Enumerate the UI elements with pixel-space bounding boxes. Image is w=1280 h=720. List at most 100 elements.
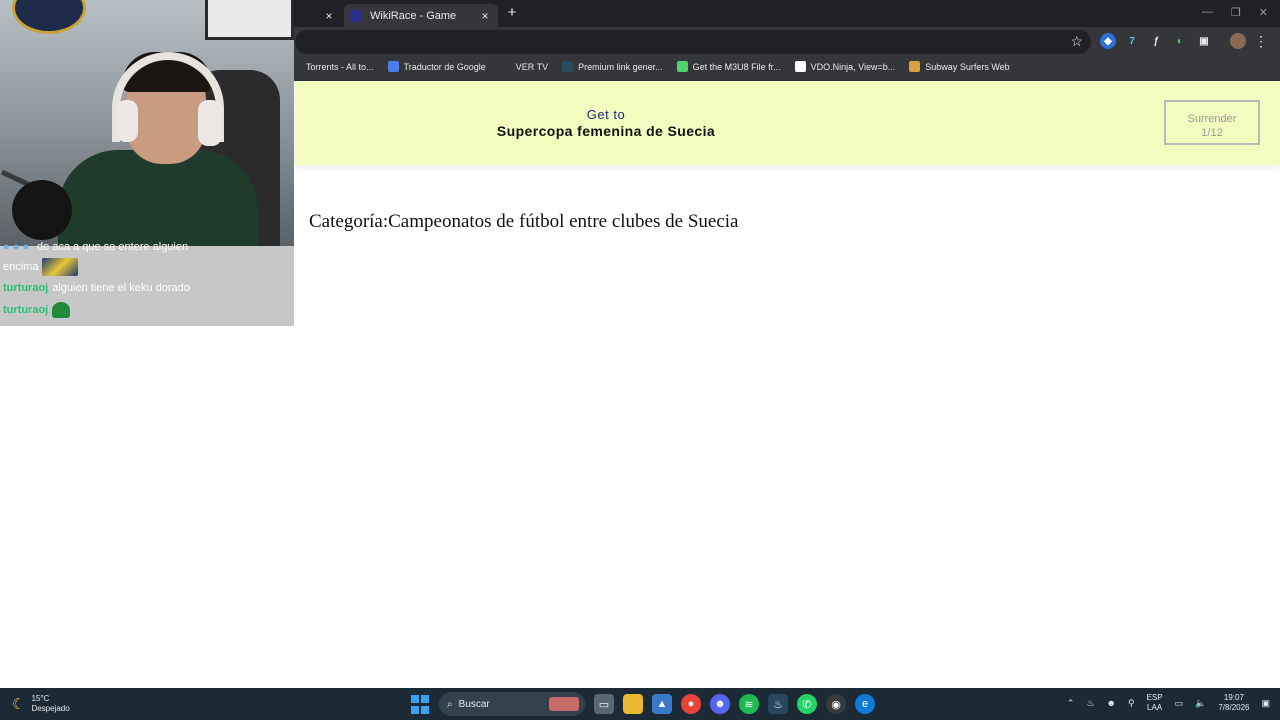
close-icon[interactable]: × [322,9,336,23]
spotify-icon[interactable]: ≋ [739,694,759,714]
clock[interactable]: 19:07 7/8/2026 [1218,693,1249,713]
ninja-icon [794,61,806,72]
clock-time: 19:07 [1223,693,1244,702]
surrender-button[interactable]: Surrender 1/12 [1164,100,1260,145]
chrome-icon[interactable]: ● [681,694,701,714]
subway-surfers-icon [909,61,921,72]
bookmark-label: Traductor de Google [403,61,486,72]
bookmark-item[interactable]: VDO.Ninja, View=b... [794,61,896,72]
minimize-button[interactable]: — [1202,6,1213,19]
stream-chat-overlay: ● ● ● de aca a que se entere alguien enc… [0,241,294,326]
language-indicator[interactable]: ESP LAA [1147,693,1163,713]
bookmark-label: VER TV [515,61,549,72]
bookmark-item[interactable]: Premium link gener... [562,61,663,72]
extension-ft-icon[interactable]: ƒ [1148,33,1164,49]
bookmark-item[interactable]: Traductor de Google [387,61,486,72]
close-icon[interactable]: × [478,9,492,23]
new-tab-button[interactable]: + [504,5,520,21]
google-translate-icon [387,61,399,72]
profile-avatar-icon[interactable] [1230,33,1246,49]
chat-emote-icon [52,302,71,318]
bookmark-item[interactable]: VER TV [499,61,549,72]
file-explorer-icon[interactable] [623,694,643,714]
clock-date: 7/8/2026 [1218,703,1250,712]
webcam-overlay [0,0,294,246]
maximize-button[interactable]: ❐ [1231,6,1241,19]
tab-previous[interactable]: × [295,4,343,27]
mic-tray-icon[interactable]: ⚲ [1128,698,1135,709]
chat-username: turturaoj [3,282,49,294]
windows-taskbar: ☾ 15°C Despejado ⌕ Buscar ▭ ▲ ● ☻ ≋ ♨ ✆ … [0,688,1280,720]
obs-icon[interactable]: ◉ [826,694,846,714]
wall-frame [205,0,294,40]
chat-line: encima [3,258,79,276]
tab-title: WikiRace - Game [370,9,457,22]
discord-tray-icon[interactable]: ☻ [1107,698,1116,708]
bookmark-label: Torrents - All to... [306,61,374,72]
volume-icon[interactable]: 🔈 [1195,698,1206,709]
search-label: Buscar [458,698,490,710]
window-controls: — ❐ ✕ [1202,6,1268,19]
extension-translate-icon[interactable]: 7 [1124,33,1140,49]
taskbar-search[interactable]: ⌕ Buscar [439,692,585,716]
notification-bell-icon[interactable]: ▣ [1261,698,1270,709]
chat-message: de aca a que se entere alguien [37,241,189,253]
green-circle-icon [676,61,688,72]
language-code: ESP [1146,693,1163,702]
microphone-icon [12,180,72,240]
chat-message: alguien tiene el keku dorado [52,282,190,294]
bookmark-star-icon[interactable]: ☆ [1070,33,1083,50]
extension-leaf-icon[interactable]: ◐ [1172,33,1188,49]
steam-icon[interactable]: ♨ [768,694,788,714]
discord-icon[interactable]: ☻ [710,694,730,714]
moon-icon: ☾ [12,696,26,713]
edge-icon[interactable]: e [855,694,875,714]
chevron-up-icon[interactable]: ⌃ [1067,698,1075,709]
search-icon: ⌕ [447,698,453,710]
whatsapp-icon[interactable]: ✆ [797,694,817,714]
search-highlight-icon [549,697,579,711]
close-window-button[interactable]: ✕ [1259,6,1268,19]
extension-shield-icon[interactable]: ◆ [1100,33,1116,49]
headphone-earcup-right [198,100,222,146]
chat-message: encima [3,261,39,273]
task-view-icon[interactable]: ▭ [594,694,614,714]
get-to-label: Get to [586,107,626,122]
headphone-earcup-left [116,100,138,142]
bookmark-label: Premium link gener... [578,61,663,72]
keyboard-layout: LAA [1147,703,1163,712]
chat-username: turturaoj [3,304,49,316]
chat-line: turturaoj alguien tiene el keku dorado [3,282,190,294]
bookmark-item[interactable]: Subway Surfers Web [909,61,1010,72]
chat-line: ● ● ● de aca a que se entere alguien [3,241,188,253]
weather-condition: Despejado [31,704,70,713]
link-icon [562,61,574,72]
bookmark-item[interactable]: Torrents - All to... [290,61,374,72]
extensions-puzzle-icon[interactable]: ▣ [1196,33,1212,49]
chat-emote-icon [42,258,79,276]
folder-icon [499,61,511,72]
photos-icon[interactable]: ▲ [652,694,672,714]
address-bar[interactable]: ☆ [295,30,1091,54]
steam-tray-icon[interactable]: ♨ [1086,698,1094,709]
game-header: Get to Supercopa femenina de Suecia Surr… [295,81,1280,165]
bookmark-label: Get the M3U8 File fr... [692,61,781,72]
windows-start-icon[interactable] [410,694,430,714]
wikirace-favicon-icon [350,9,362,22]
extensions-row: ◆ 7 ƒ ◐ ▣ [1100,33,1246,49]
browser-menu-icon[interactable]: ⋮ [1254,33,1268,50]
tab-wikirace[interactable]: WikiRace - Game × [344,4,498,27]
club-badge [12,0,86,34]
current-article-title: Categoría:Campeonatos de fútbol entre cl… [309,211,739,232]
chat-badges: ● ● ● [3,241,30,253]
temperature: 15°C [31,694,50,703]
bookmark-label: Subway Surfers Web [925,61,1010,72]
bookmark-label: VDO.Ninja, View=b... [810,61,896,72]
network-icon[interactable]: ▭ [1175,698,1184,709]
surrender-label: Surrender [1187,113,1237,125]
weather-widget[interactable]: ☾ 15°C Despejado [12,694,70,714]
streamer-body [58,150,258,246]
bookmark-item[interactable]: Get the M3U8 File fr... [676,61,781,72]
target-article: Supercopa femenina de Suecia [496,123,716,139]
surrender-count: 1/12 [1201,127,1223,139]
